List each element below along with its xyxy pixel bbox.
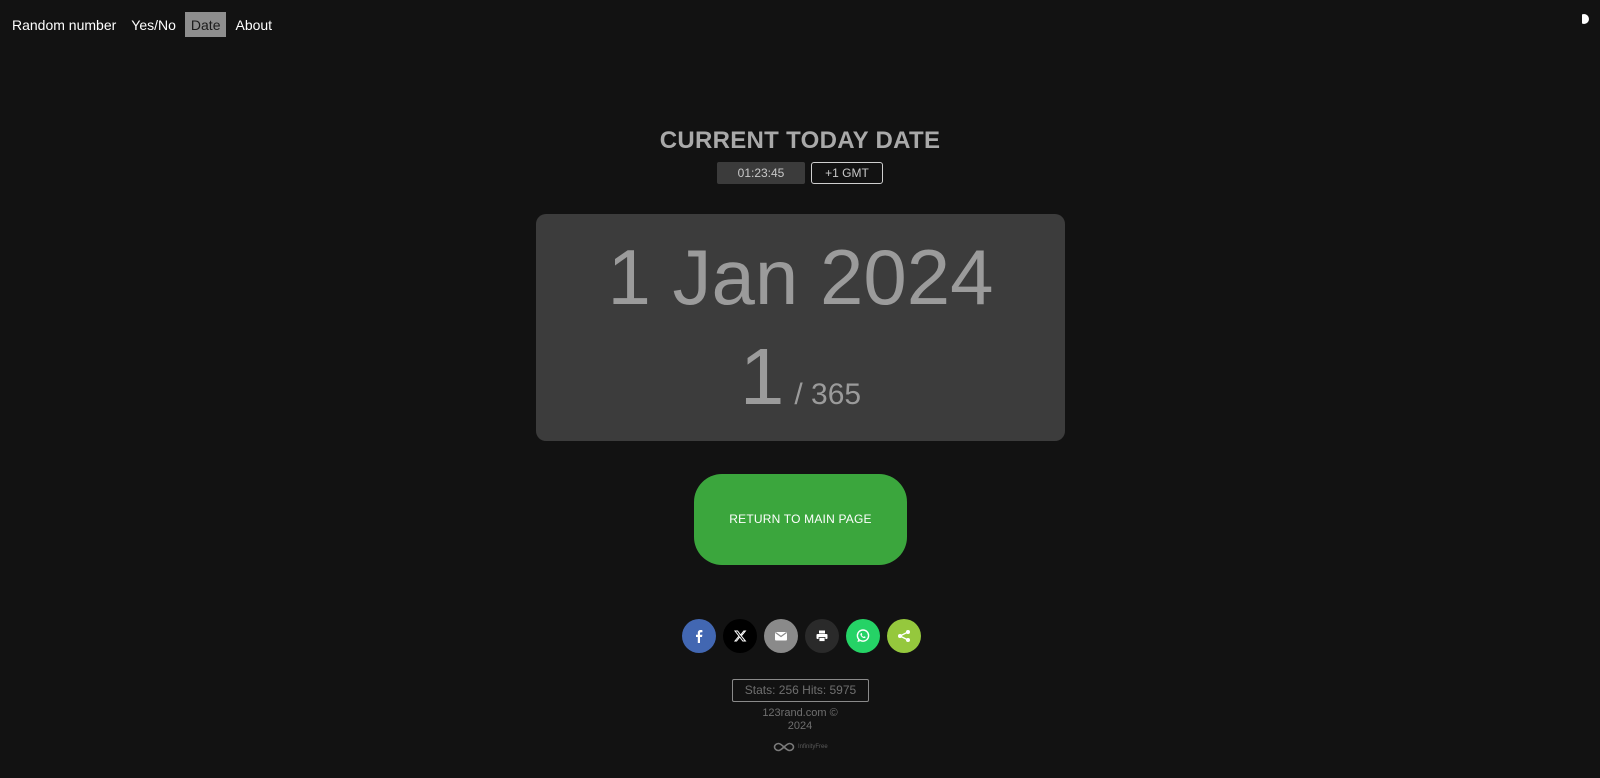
time-row: 01:23:45 +1 GMT	[0, 162, 1600, 184]
day-of-year-row: 1 / 365	[536, 332, 1065, 445]
x-share-button[interactable]	[723, 619, 757, 653]
current-time: 01:23:45	[717, 162, 805, 184]
date-card: 1 Jan 2024 1 / 365	[536, 214, 1065, 441]
copyright-line-2: 2024	[787, 720, 813, 732]
copyright-line-1: 123rand.com ©	[762, 707, 838, 719]
print-share-button[interactable]	[805, 619, 839, 653]
share-buttons	[682, 619, 921, 653]
email-share-button[interactable]	[764, 619, 798, 653]
half-moon-icon[interactable]	[1578, 12, 1590, 25]
page-title: CURRENT TODAY DATE	[659, 127, 941, 154]
nav-item-random-number[interactable]: Random number	[6, 12, 122, 37]
email-icon	[775, 632, 787, 641]
days-total: / 365	[794, 378, 862, 411]
current-date: 1 Jan 2024	[607, 233, 994, 321]
return-to-main-button[interactable]: RETURN TO MAIN PAGE	[694, 474, 907, 565]
generic-share-button[interactable]	[887, 619, 921, 653]
nav-item-about[interactable]: About	[229, 12, 278, 37]
whatsapp-icon	[856, 629, 870, 642]
top-nav: Random number Yes/No Date About	[6, 12, 281, 37]
stats-badge: Stats: 256 Hits: 5975	[732, 679, 869, 702]
print-icon	[816, 630, 828, 642]
facebook-share-button[interactable]	[682, 619, 716, 653]
hosting-logo[interactable]: InfinityFree	[773, 742, 828, 752]
page: Random number Yes/No Date About CURRENT …	[0, 0, 1600, 778]
day-of-year: 1	[739, 332, 785, 421]
facebook-icon	[696, 630, 703, 643]
timezone-button[interactable]: +1 GMT	[811, 162, 883, 184]
x-icon	[733, 630, 747, 642]
share-icon	[898, 630, 910, 642]
whatsapp-share-button[interactable]	[846, 619, 880, 653]
hosting-logo-text: InfinityFree	[798, 744, 828, 750]
nav-item-yes-no[interactable]: Yes/No	[125, 12, 182, 37]
infinity-icon	[773, 742, 795, 752]
nav-item-date[interactable]: Date	[184, 12, 227, 37]
copyright: 123rand.com © 2024	[0, 707, 1600, 733]
